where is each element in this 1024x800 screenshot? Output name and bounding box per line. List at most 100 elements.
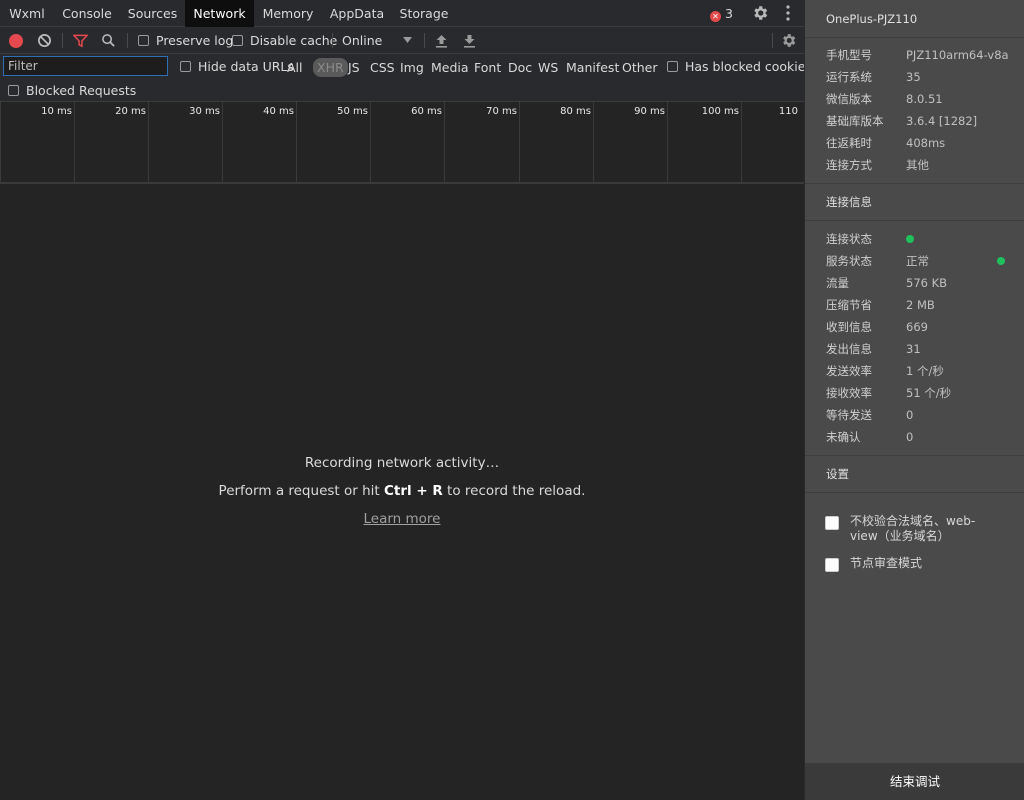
learn-more-row: Learn more [0,511,804,527]
filter-type-manifest[interactable]: Manifest [566,58,619,77]
filter-type-media[interactable]: Media [431,58,469,77]
recording-message: Recording network activity… [304,455,500,471]
timeline-tick-label: 20 ms [115,106,146,117]
learn-more-link[interactable]: Learn more [364,511,441,527]
end-debug-button[interactable]: 结束调试 [805,763,1024,800]
toolbar-divider [127,33,128,48]
device-info-row: 运行系统 35 [826,69,1024,91]
timeline-gridline [741,102,742,182]
toolbar-divider [332,33,333,48]
info-key: 运行系统 [826,70,872,84]
timeline-gridline [370,102,371,182]
has-blocked-cookies-checkbox[interactable]: Has blocked cookies [667,54,812,78]
more-options-icon[interactable] [780,4,796,22]
filter-type-css[interactable]: CSS [370,58,395,77]
info-key: 流量 [826,276,849,290]
info-value: 576 KB [906,276,948,290]
info-value: 0 [906,430,914,444]
connection-status-dot-icon [906,235,914,243]
checkbox[interactable] [180,60,191,72]
filter-type-xhr[interactable]: XHR [313,58,348,77]
disable-cache-checkbox[interactable]: Disable cache [232,27,337,54]
filter-type-doc[interactable]: Doc [508,58,532,77]
info-value: 1 个/秒 [906,364,944,378]
connection-info-row: 发送效率 1 个/秒 [826,363,1024,385]
chevron-down-icon [403,37,412,43]
tab-sources[interactable]: Sources [120,0,185,27]
tab-memory[interactable]: Memory [254,0,322,27]
checkbox[interactable] [667,60,678,72]
blocked-requests-bar: Blocked Requests [0,80,804,102]
timeline-gridline [148,102,149,182]
info-value: 408ms [906,136,946,150]
import-har-button[interactable] [435,27,448,54]
connection-info-row: 发出信息 31 [826,341,1024,363]
timeline-gridline [593,102,594,182]
timeline-gridline [444,102,445,182]
info-value: 35 [906,70,921,84]
skip-domain-check-checkbox[interactable] [825,516,839,530]
filter-toggle-button[interactable] [73,27,88,54]
info-value: 3.6.4 [1282] [906,114,978,128]
blocked-requests-checkbox[interactable]: Blocked Requests [8,80,136,101]
record-button[interactable] [8,27,24,54]
service-status-dot-icon [997,257,1005,265]
error-icon: ✕ [710,11,721,22]
timeline-overview[interactable]: 10 ms 20 ms 30 ms 40 ms 50 ms 60 ms 70 m… [0,102,804,184]
tab-storage[interactable]: Storage [392,0,456,27]
timeline-tick-label: 80 ms [560,106,591,117]
connection-info-row: 收到信息 669 [826,319,1024,341]
throttling-value: Online [342,33,383,48]
reload-hint: Perform a request or hit Ctrl + R to rec… [0,483,804,499]
download-icon [464,34,475,48]
timeline-gridline [667,102,668,182]
tab-network[interactable]: Network [185,0,254,27]
timeline-gridline [0,102,1,182]
tab-console[interactable]: Console [54,0,120,27]
device-info-row: 连接方式 其他 [826,157,1024,179]
filter-type-all[interactable]: All [287,58,303,77]
info-key: 基础库版本 [826,114,884,128]
timeline-gridline [74,102,75,182]
info-key: 手机型号 [826,48,872,62]
preserve-log-label: Preserve log [156,33,234,48]
timeline-tick-label: 30 ms [189,106,220,117]
search-button[interactable] [101,27,116,54]
preserve-log-checkbox[interactable]: Preserve log [138,27,233,54]
export-har-button[interactable] [463,27,476,54]
checkbox[interactable] [232,35,243,46]
network-settings-gear-icon[interactable] [780,32,797,49]
node-inspect-mode-checkbox[interactable] [825,558,839,572]
divider [805,492,1024,493]
checkbox[interactable] [138,35,149,46]
settings-title: 设置 [826,467,849,481]
timeline-tick-label: 100 ms [701,106,739,117]
has-blocked-cookies-label: Has blocked cookies [685,58,812,74]
clear-button[interactable] [37,27,52,54]
info-value: 2 MB [906,298,935,312]
connection-info-row: 等待发送 0 [826,407,1024,429]
device-info-row: 手机型号 PJZ110arm64-v8a [826,47,1024,69]
divider [805,455,1024,456]
tab-appdata[interactable]: AppData [322,0,392,27]
tab-wxml[interactable]: Wxml [0,0,54,27]
device-name: OnePlus-PJZ110 [826,12,918,26]
settings-gear-icon[interactable] [751,4,769,22]
info-value: 8.0.51 [906,92,943,106]
info-value: PJZ110arm64-v8a [906,48,1009,62]
device-info-row: 基础库版本 3.6.4 [1282] [826,113,1024,135]
filter-type-ws[interactable]: WS [538,58,558,77]
connection-info-row: 接收效率 51 个/秒 [826,385,1024,407]
timeline-tick-label: 10 ms [41,106,72,117]
connection-info-title: 连接信息 [826,195,872,209]
error-count-badge[interactable]: ✕ 3 [710,0,733,27]
filter-type-img[interactable]: Img [400,58,424,77]
throttling-select[interactable]: Online [342,27,417,54]
filter-type-js[interactable]: JS [348,58,360,77]
filter-input[interactable] [3,56,168,76]
checkbox[interactable] [8,85,19,96]
info-key: 发出信息 [826,342,872,356]
filter-type-other[interactable]: Other [622,58,658,77]
hide-data-urls-checkbox[interactable]: Hide data URLs [180,54,294,78]
filter-type-font[interactable]: Font [474,58,501,77]
